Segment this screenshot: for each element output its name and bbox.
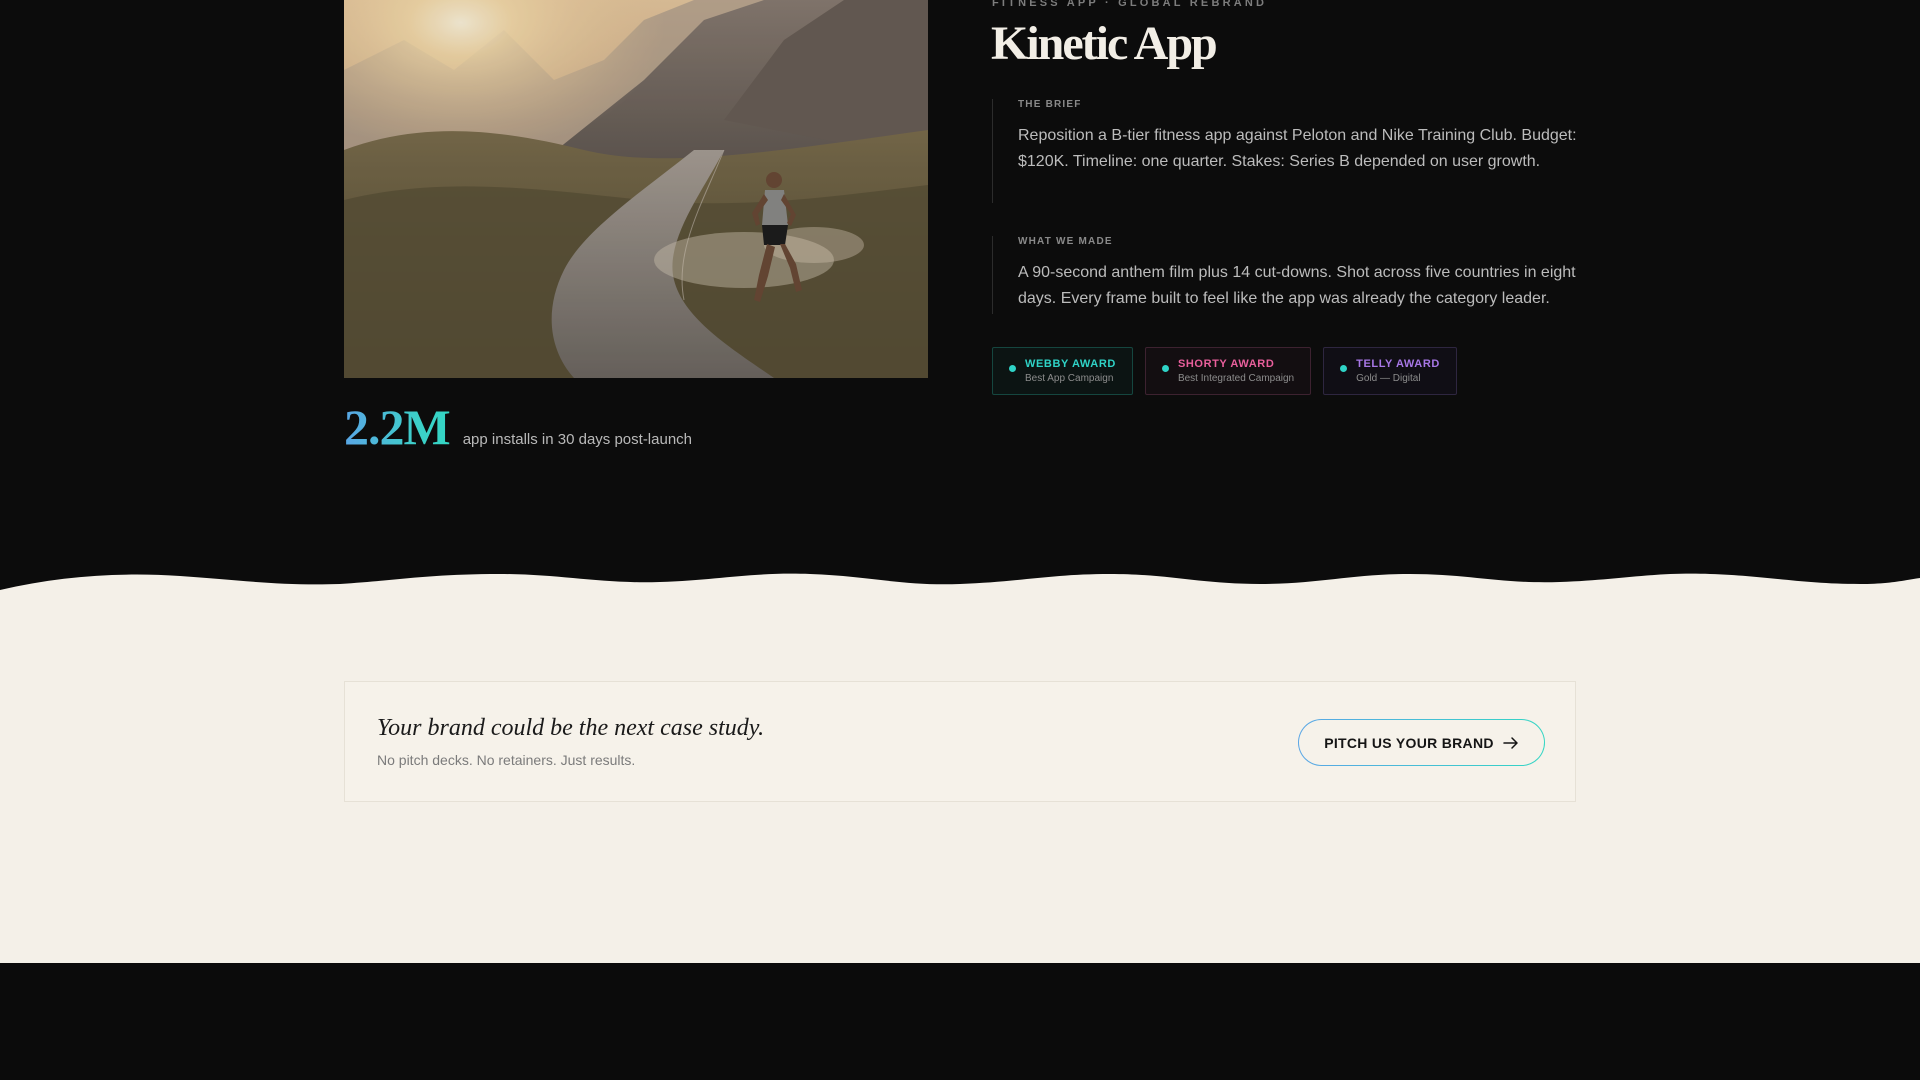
stat-label: app installs in 30 days post-launch [462,431,693,448]
award-category: Best App Campaign [1025,373,1114,384]
award-badge-webby: WEBBY AWARD Best App Campaign [992,347,1133,395]
cta-title: Your brand could be the next case study. [377,715,765,741]
case-title: Kinetic App [991,17,1218,70]
brief-label: THE BRIEF [1018,99,1082,110]
pitch-brand-button-label: PITCH US YOUR BRAND [1324,734,1494,751]
hero-photo-runner [344,0,928,378]
brief-block: THE BRIEF Reposition a B-tier fitness ap… [992,99,1580,203]
footer-section [0,963,1920,1080]
cta-card: Your brand could be the next case study.… [344,681,1576,802]
award-name: WEBBY AWARD [1025,358,1116,370]
stat-installs: 2.2M app installs in 30 days post-launch [344,398,692,456]
award-dot-icon [1161,365,1169,372]
made-label: WHAT WE MADE [1018,236,1113,247]
award-dot-icon [1009,365,1016,372]
case-eyebrow: FITNESS APP · GLOBAL REBRAND [992,0,1268,9]
arrow-right-icon [1503,736,1518,749]
cta-subtitle: No pitch decks. No retainers. Just resul… [377,752,636,768]
what-we-made-block: WHAT WE MADE A 90-second anthem film plu… [992,236,1580,314]
award-category: Best Integrated Campaign [1177,373,1295,384]
award-name: TELLY AWARD [1356,358,1440,370]
brief-text: Reposition a B-tier fitness app against … [1018,127,1577,170]
case-study-section [0,0,1920,600]
award-badge-shorty: SHORTY AWARD Best Integrated Campaign [1144,347,1312,395]
wave-divider [0,573,1920,610]
stat-value: 2.2M [344,399,451,455]
awards-list: WEBBY AWARD Best App Campaign SHORTY AWA… [992,347,1457,395]
award-dot-icon [1340,365,1348,372]
pitch-brand-button[interactable]: PITCH US YOUR BRAND [1298,719,1545,766]
award-badge-telly: TELLY AWARD Gold — Digital [1323,347,1457,395]
award-name: SHORTY AWARD [1177,358,1275,370]
made-text: A 90-second anthem film plus 14 cut-down… [1018,264,1576,307]
award-category: Gold — Digital [1356,373,1421,384]
